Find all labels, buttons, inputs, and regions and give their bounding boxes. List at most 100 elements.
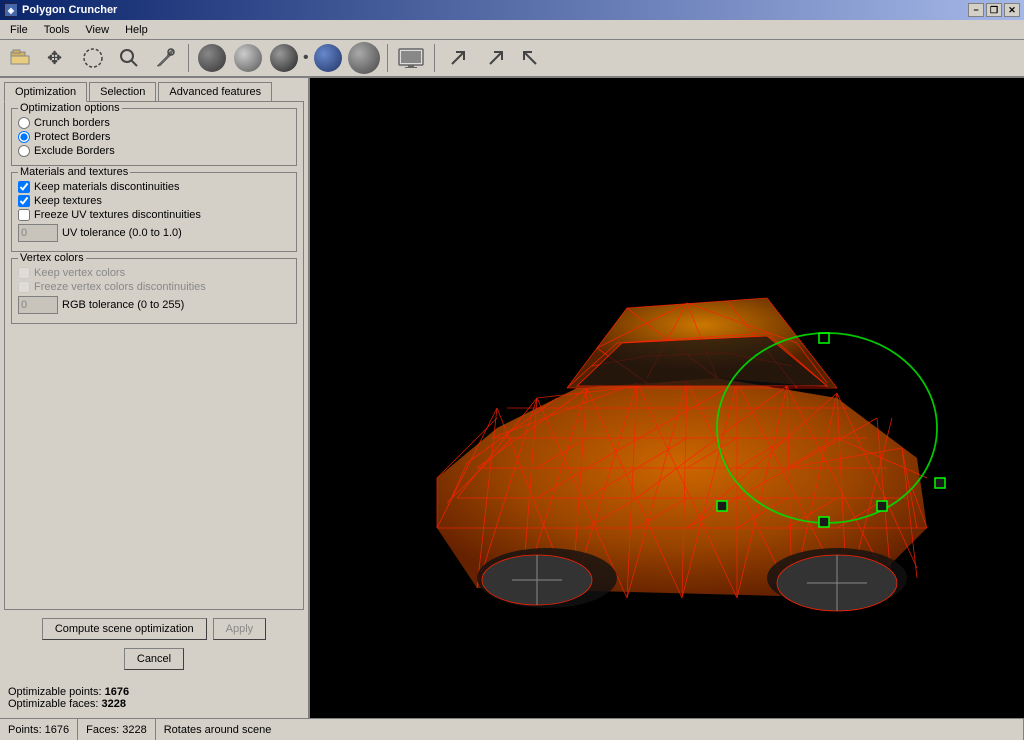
status-action-text: Rotates around scene xyxy=(164,724,272,736)
status-action: Rotates around scene xyxy=(156,719,1024,740)
dark-sphere-button[interactable] xyxy=(267,42,301,74)
tab-optimization[interactable]: Optimization xyxy=(4,82,87,102)
vertex-colors-group: Vertex colors Keep vertex colors Freeze … xyxy=(11,258,297,324)
crunch-radio[interactable] xyxy=(18,117,30,129)
toolbar: ✥ • xyxy=(0,40,1024,78)
faces-value: 3228 xyxy=(102,698,126,710)
uv-tolerance-label: UV tolerance (0.0 to 1.0) xyxy=(62,227,182,239)
monitor-button[interactable] xyxy=(394,42,428,74)
app-icon: ◈ xyxy=(4,3,18,17)
radio-crunch: Crunch borders xyxy=(18,117,290,129)
restore-button[interactable]: ❐ xyxy=(986,3,1002,17)
menu-tools[interactable]: Tools xyxy=(36,22,78,38)
wireframe-sphere-button[interactable] xyxy=(195,42,229,74)
freeze-colors-row: Freeze vertex colors discontinuities xyxy=(18,281,290,293)
apply-button[interactable]: Apply xyxy=(213,618,267,640)
uv-tolerance-input[interactable] xyxy=(18,224,58,242)
svg-text:✥: ✥ xyxy=(47,48,62,68)
points-label: Optimizable points: xyxy=(8,686,102,698)
vertex-colors-inner: Keep vertex colors Freeze vertex colors … xyxy=(18,267,290,314)
uv-tolerance-row: UV tolerance (0.0 to 1.0) xyxy=(18,224,290,242)
tab-advanced[interactable]: Advanced features xyxy=(158,82,272,102)
big-sphere-button[interactable] xyxy=(347,42,381,74)
select-button[interactable] xyxy=(76,42,110,74)
optimization-options-title: Optimization options xyxy=(18,102,122,114)
arrow-ne-button[interactable] xyxy=(441,42,475,74)
exclude-label: Exclude Borders xyxy=(34,145,115,157)
status-faces: Faces: 3228 xyxy=(78,719,156,740)
crunch-label: Crunch borders xyxy=(34,117,110,129)
title-bar: ◈ Polygon Cruncher − ❐ ✕ xyxy=(0,0,1024,20)
toolbar-separator-2 xyxy=(387,44,388,72)
optimization-options-inner: Crunch borders Protect Borders Exclude B… xyxy=(18,117,290,157)
protect-label: Protect Borders xyxy=(34,131,110,143)
keep-materials-row: Keep materials discontinuities xyxy=(18,181,290,193)
rgb-tolerance-label: RGB tolerance (0 to 255) xyxy=(62,299,184,311)
tab-bar: Optimization Selection Advanced features xyxy=(4,82,304,102)
freeze-uv-checkbox[interactable] xyxy=(18,209,30,221)
keep-colors-checkbox[interactable] xyxy=(18,267,30,279)
globe-sphere-button[interactable] xyxy=(311,42,345,74)
freeze-uv-label: Freeze UV textures discontinuities xyxy=(34,209,201,221)
freeze-colors-checkbox[interactable] xyxy=(18,281,30,293)
tab-content-optimization: Optimization options Crunch borders Prot… xyxy=(4,101,304,610)
freeze-uv-row: Freeze UV textures discontinuities xyxy=(18,209,290,221)
protect-radio[interactable] xyxy=(18,131,30,143)
tab-selection[interactable]: Selection xyxy=(89,82,156,102)
close-button[interactable]: ✕ xyxy=(1004,3,1020,17)
keep-textures-label: Keep textures xyxy=(34,195,102,207)
sphere-dot: • xyxy=(303,49,309,67)
compute-button[interactable]: Compute scene optimization xyxy=(42,618,207,640)
menu-help[interactable]: Help xyxy=(117,22,156,38)
car-svg xyxy=(337,108,997,688)
toolbar-separator-1 xyxy=(188,44,189,72)
faces-label: Optimizable faces: xyxy=(8,698,98,710)
cancel-button[interactable]: Cancel xyxy=(124,648,184,670)
title-bar-controls: − ❐ ✕ xyxy=(968,3,1020,17)
move-button[interactable]: ✥ xyxy=(40,42,74,74)
viewport[interactable] xyxy=(310,78,1024,718)
freeze-colors-label: Freeze vertex colors discontinuities xyxy=(34,281,206,293)
keep-materials-label: Keep materials discontinuities xyxy=(34,181,180,193)
magnify-button[interactable] xyxy=(112,42,146,74)
keep-textures-row: Keep textures xyxy=(18,195,290,207)
status-bar: Points: 1676 Faces: 3228 Rotates around … xyxy=(0,718,1024,740)
menu-view[interactable]: View xyxy=(77,22,117,38)
open-button[interactable] xyxy=(4,42,38,74)
wrench-button[interactable] xyxy=(148,42,182,74)
stats-panel: Optimizable points: 1676 Optimizable fac… xyxy=(4,682,304,714)
faces-stat: Optimizable faces: 3228 xyxy=(8,698,300,710)
exclude-radio[interactable] xyxy=(18,145,30,157)
action-buttons: Compute scene optimization Apply xyxy=(4,618,304,640)
keep-materials-checkbox[interactable] xyxy=(18,181,30,193)
points-value: 1676 xyxy=(105,686,129,698)
status-points: Points: 1676 xyxy=(0,719,78,740)
title-bar-left: ◈ Polygon Cruncher xyxy=(4,3,117,17)
arrow-n-button[interactable] xyxy=(477,42,511,74)
app-title: Polygon Cruncher xyxy=(22,4,117,16)
status-points-text: Points: 1676 xyxy=(8,724,69,736)
keep-textures-checkbox[interactable] xyxy=(18,195,30,207)
rgb-tolerance-row: RGB tolerance (0 to 255) xyxy=(18,296,290,314)
left-panel: Optimization Selection Advanced features… xyxy=(0,78,310,718)
keep-colors-label: Keep vertex colors xyxy=(34,267,125,279)
minimize-button[interactable]: − xyxy=(968,3,984,17)
rgb-tolerance-input[interactable] xyxy=(18,296,58,314)
solid-sphere-button[interactable] xyxy=(231,42,265,74)
cancel-button-row: Cancel xyxy=(4,648,304,670)
car-container xyxy=(310,78,1024,718)
materials-inner: Keep materials discontinuities Keep text… xyxy=(18,181,290,242)
status-faces-text: Faces: 3228 xyxy=(86,724,147,736)
arrow-nw-button[interactable] xyxy=(513,42,547,74)
optimization-options-group: Optimization options Crunch borders Prot… xyxy=(11,108,297,166)
keep-colors-row: Keep vertex colors xyxy=(18,267,290,279)
vertex-colors-title: Vertex colors xyxy=(18,252,86,264)
radio-exclude: Exclude Borders xyxy=(18,145,290,157)
main-layout: Optimization Selection Advanced features… xyxy=(0,78,1024,718)
materials-title: Materials and textures xyxy=(18,166,130,178)
radio-protect: Protect Borders xyxy=(18,131,290,143)
materials-group: Materials and textures Keep materials di… xyxy=(11,172,297,252)
menu-bar: File Tools View Help xyxy=(0,20,1024,40)
menu-file[interactable]: File xyxy=(2,22,36,38)
points-stat: Optimizable points: 1676 xyxy=(8,686,300,698)
